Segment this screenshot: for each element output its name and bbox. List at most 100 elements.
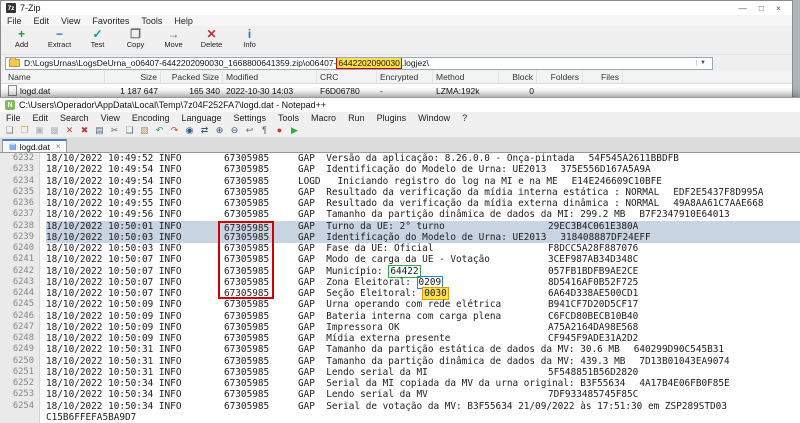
column-header-crc[interactable]: CRC [317, 71, 377, 83]
npp-menu-window[interactable]: Window [412, 113, 456, 123]
redo-icon[interactable]: ↷ [168, 125, 181, 136]
replace-icon[interactable]: ⇄ [198, 125, 211, 136]
tab-logd-dat[interactable]: ▤ logd.dat × [2, 139, 68, 152]
npp-menu-macro[interactable]: Macro [305, 113, 342, 123]
npp-menu-settings[interactable]: Settings [228, 113, 273, 123]
show-all-chars-icon[interactable]: ¶ [258, 125, 271, 136]
zoom-out-icon[interactable]: ⊖ [228, 125, 241, 136]
log-process-id: 67305985 [218, 276, 274, 288]
word-wrap-icon[interactable]: ↩ [243, 125, 256, 136]
log-line[interactable]: 18/10/2022 10:50:09 INFO 67305985 GAP Urna… [46, 299, 800, 310]
log-line[interactable]: 18/10/2022 10:50:34 INFO 67305985 GAP Seri… [46, 401, 800, 412]
npp-menu-language[interactable]: Language [175, 113, 227, 123]
undo-icon[interactable]: ↶ [153, 125, 166, 136]
tab-close-icon[interactable]: × [56, 142, 61, 151]
move-button[interactable]: → Move [157, 28, 190, 49]
npp-menu-encoding[interactable]: Encoding [126, 113, 176, 123]
npp-menu-edit[interactable]: Edit [27, 113, 55, 123]
log-timestamp: 18/10/2022 10:49:55 INFO [46, 198, 182, 209]
log-line[interactable]: 18/10/2022 10:50:07 INFO 67305985 GAP Modo… [46, 254, 800, 266]
npp-menu-file[interactable]: File [0, 113, 27, 123]
log-line[interactable]: 18/10/2022 10:50:03 INFO 67305985 GAP Iden… [46, 231, 800, 243]
toolbar-button-label: Extract [47, 40, 72, 49]
log-line[interactable]: 18/10/2022 10:50:07 INFO 67305985 GAP Seçã… [46, 287, 800, 300]
log-line[interactable]: 18/10/2022 10:50:34 INFO 67305985 GAP Seri… [46, 378, 800, 389]
zip-path-input[interactable]: D:\LogsUrnas\LogsDeUrna_o06407-644220209… [5, 56, 713, 70]
log-line[interactable]: 18/10/2022 10:50:31 INFO 67305985 GAP Lend… [46, 367, 800, 378]
line-number: 6238 [12, 220, 34, 231]
find-icon[interactable]: ◉ [183, 125, 196, 136]
column-header-name[interactable]: Name [5, 71, 105, 83]
npp-menu-tools[interactable]: Tools [272, 113, 305, 123]
zip-window-title: 7-Zip [20, 3, 41, 13]
zip-title-bar[interactable]: 7z 7-Zip — □ × [1, 1, 792, 15]
close-button[interactable]: × [776, 3, 781, 13]
close-all-icon[interactable]: ✖ [78, 125, 91, 136]
test-button[interactable]: ✓ Test [81, 28, 114, 49]
log-line[interactable]: 18/10/2022 10:50:31 INFO 67305985 GAP Tama… [46, 356, 800, 367]
log-line[interactable]: 18/10/2022 10:50:34 INFO 67305985 GAP Lend… [46, 389, 800, 400]
npp-menu-item[interactable]: ? [456, 113, 473, 123]
zip-menu-file[interactable]: File [1, 16, 28, 26]
log-line[interactable]: 18/10/2022 10:49:55 INFO 67305985 GAP Resu… [46, 187, 800, 198]
copy-button[interactable]: ❐ Copy [119, 28, 152, 49]
line-number: 6254 [12, 400, 34, 411]
npp-menu-plugins[interactable]: Plugins [371, 113, 413, 123]
zip-path-suffix: .logjez\ [401, 58, 429, 68]
column-header-method[interactable]: Method [433, 71, 499, 83]
column-header-modified[interactable]: Modified [223, 71, 317, 83]
log-line[interactable]: 18/10/2022 10:50:09 INFO 67305985 GAP Impr… [46, 322, 800, 333]
minimize-button[interactable]: — [738, 3, 747, 13]
macro-play-icon[interactable]: ▶ [288, 125, 301, 136]
zip-menu-view[interactable]: View [55, 16, 86, 26]
column-header-block[interactable]: Block [499, 71, 537, 83]
log-line[interactable]: 18/10/2022 10:49:55 INFO 67305985 GAP Resu… [46, 198, 800, 209]
macro-record-icon[interactable]: ● [273, 125, 286, 136]
column-header-folders[interactable]: Folders [537, 71, 583, 83]
path-dropdown-icon[interactable]: ▼ [696, 60, 709, 66]
close-icon[interactable]: ✕ [63, 125, 76, 136]
info-button[interactable]: i Info [233, 28, 266, 49]
zip-file-row[interactable]: logd.dat 1 187 647 165 340 2022-10-30 14:03… [1, 84, 792, 97]
extract-button[interactable]: − Extract [43, 28, 76, 49]
log-line[interactable]: 18/10/2022 10:49:56 INFO 67305985 GAP Tama… [46, 209, 800, 220]
log-hash: B7F2347910E64013 [639, 209, 730, 221]
npp-toolbar: ❏ ❐ ▣ ▩ ✕ ✖ ▤ ✂ ❑ ▧ ↶ ↷ ◉ ⇄ ⊕ ⊖ ↩ ¶ ● ▶ [0, 124, 800, 138]
log-line[interactable]: 18/10/2022 10:49:54 INFO 67305985 LOGD Ini… [46, 176, 800, 187]
copy-icon[interactable]: ❑ [123, 125, 136, 136]
log-line[interactable]: 18/10/2022 10:50:01 INFO 67305985 GAP Turn… [46, 220, 800, 234]
add-button[interactable]: + Add [5, 28, 38, 49]
zip-menu-tools[interactable]: Tools [135, 16, 168, 26]
paste-icon[interactable]: ▧ [138, 125, 151, 136]
print-icon[interactable]: ▤ [93, 125, 106, 136]
log-hash: E14E246609C10BFE [571, 175, 662, 187]
maximize-button[interactable]: □ [759, 3, 764, 13]
save-all-icon[interactable]: ▩ [48, 125, 61, 136]
log-line[interactable]: 18/10/2022 10:50:31 INFO 67305985 GAP Tama… [46, 344, 800, 355]
zoom-in-icon[interactable]: ⊕ [213, 125, 226, 136]
npp-title-bar[interactable]: N C:\Users\Operador\AppData\Local\Temp\7… [0, 98, 800, 112]
cut-icon[interactable]: ✂ [108, 125, 121, 136]
npp-menu-search[interactable]: Search [54, 113, 95, 123]
save-icon[interactable]: ▣ [33, 125, 46, 136]
npp-menu-view[interactable]: View [95, 113, 126, 123]
move-icon: → [167, 27, 180, 41]
open-folder-icon[interactable]: ❐ [18, 125, 31, 136]
log-process-id: 67305985 [224, 344, 270, 356]
column-header-packed-size[interactable]: Packed Size [161, 71, 223, 83]
zip-menu-help[interactable]: Help [168, 16, 199, 26]
column-header-encrypted[interactable]: Encrypted [377, 71, 433, 83]
zip-menu-favorites[interactable]: Favorites [86, 16, 135, 26]
log-line[interactable]: 18/10/2022 10:49:54 INFO 67305985 GAP Iden… [46, 164, 800, 175]
log-line[interactable]: 18/10/2022 10:50:03 INFO 67305985 GAP Fase… [46, 243, 800, 255]
new-file-icon[interactable]: ❏ [3, 125, 16, 136]
log-line[interactable]: 18/10/2022 10:50:09 INFO 67305985 GAP Mídi… [46, 333, 800, 344]
log-line[interactable]: C15B6FFEFA5BA9D7 [46, 412, 800, 423]
npp-menu-run[interactable]: Run [342, 113, 371, 123]
column-header-size[interactable]: Size [105, 71, 161, 83]
delete-button[interactable]: ✕ Delete [195, 28, 228, 49]
log-line[interactable]: 18/10/2022 10:50:09 INFO 67305985 GAP Bate… [46, 311, 800, 322]
column-header-files[interactable]: Files [583, 71, 623, 83]
log-line[interactable]: 18/10/2022 10:49:52 INFO 67305985 GAP Vers… [46, 153, 800, 164]
zip-menu-edit[interactable]: Edit [28, 16, 56, 26]
